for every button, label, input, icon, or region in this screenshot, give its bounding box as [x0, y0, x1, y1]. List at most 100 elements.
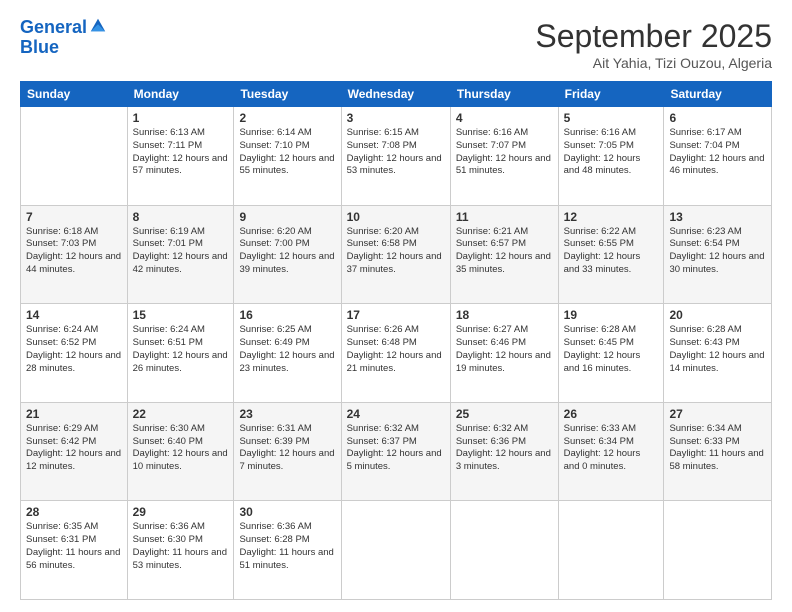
- title-block: September 2025 Ait Yahia, Tizi Ouzou, Al…: [535, 18, 772, 71]
- header-cell-sunday: Sunday: [21, 82, 128, 107]
- calendar-cell: 15Sunrise: 6:24 AMSunset: 6:51 PMDayligh…: [127, 304, 234, 403]
- day-number: 20: [669, 308, 766, 322]
- cell-content: 24Sunrise: 6:32 AMSunset: 6:37 PMDayligh…: [347, 407, 445, 474]
- daylight-text: Daylight: 12 hours and 19 minutes.: [456, 350, 553, 376]
- cell-content: 26Sunrise: 6:33 AMSunset: 6:34 PMDayligh…: [564, 407, 659, 474]
- daylight-text: Daylight: 12 hours and 7 minutes.: [239, 448, 335, 474]
- daylight-text: Daylight: 12 hours and 3 minutes.: [456, 448, 553, 474]
- calendar-cell: 21Sunrise: 6:29 AMSunset: 6:42 PMDayligh…: [21, 402, 128, 501]
- header-cell-thursday: Thursday: [450, 82, 558, 107]
- calendar-cell: 10Sunrise: 6:20 AMSunset: 6:58 PMDayligh…: [341, 205, 450, 304]
- cell-content: 30Sunrise: 6:36 AMSunset: 6:28 PMDayligh…: [239, 505, 335, 572]
- calendar-cell: 1Sunrise: 6:13 AMSunset: 7:11 PMDaylight…: [127, 107, 234, 206]
- sunrise-text: Sunrise: 6:21 AM: [456, 226, 553, 239]
- daylight-text: Daylight: 12 hours and 55 minutes.: [239, 153, 335, 179]
- calendar-cell: 9Sunrise: 6:20 AMSunset: 7:00 PMDaylight…: [234, 205, 341, 304]
- sunrise-text: Sunrise: 6:16 AM: [456, 127, 553, 140]
- calendar-cell: 30Sunrise: 6:36 AMSunset: 6:28 PMDayligh…: [234, 501, 341, 600]
- day-number: 16: [239, 308, 335, 322]
- cell-content: 7Sunrise: 6:18 AMSunset: 7:03 PMDaylight…: [26, 210, 122, 277]
- calendar-cell: 12Sunrise: 6:22 AMSunset: 6:55 PMDayligh…: [558, 205, 664, 304]
- day-number: 1: [133, 111, 229, 125]
- cell-content: 28Sunrise: 6:35 AMSunset: 6:31 PMDayligh…: [26, 505, 122, 572]
- sunset-text: Sunset: 7:03 PM: [26, 238, 122, 251]
- sunrise-text: Sunrise: 6:36 AM: [239, 521, 335, 534]
- sunrise-text: Sunrise: 6:28 AM: [669, 324, 766, 337]
- sunset-text: Sunset: 6:42 PM: [26, 436, 122, 449]
- sunrise-text: Sunrise: 6:24 AM: [26, 324, 122, 337]
- location: Ait Yahia, Tizi Ouzou, Algeria: [535, 55, 772, 71]
- sunset-text: Sunset: 6:54 PM: [669, 238, 766, 251]
- day-number: 8: [133, 210, 229, 224]
- sunrise-text: Sunrise: 6:33 AM: [564, 423, 659, 436]
- daylight-text: Daylight: 12 hours and 46 minutes.: [669, 153, 766, 179]
- logo-icon: [89, 17, 107, 35]
- day-number: 29: [133, 505, 229, 519]
- header-cell-monday: Monday: [127, 82, 234, 107]
- sunrise-text: Sunrise: 6:28 AM: [564, 324, 659, 337]
- sunset-text: Sunset: 7:11 PM: [133, 140, 229, 153]
- daylight-text: Daylight: 12 hours and 10 minutes.: [133, 448, 229, 474]
- daylight-text: Daylight: 12 hours and 57 minutes.: [133, 153, 229, 179]
- daylight-text: Daylight: 12 hours and 30 minutes.: [669, 251, 766, 277]
- daylight-text: Daylight: 12 hours and 16 minutes.: [564, 350, 659, 376]
- day-number: 27: [669, 407, 766, 421]
- cell-content: 13Sunrise: 6:23 AMSunset: 6:54 PMDayligh…: [669, 210, 766, 277]
- daylight-text: Daylight: 12 hours and 53 minutes.: [347, 153, 445, 179]
- cell-content: 11Sunrise: 6:21 AMSunset: 6:57 PMDayligh…: [456, 210, 553, 277]
- day-number: 4: [456, 111, 553, 125]
- sunset-text: Sunset: 7:07 PM: [456, 140, 553, 153]
- calendar-cell: 23Sunrise: 6:31 AMSunset: 6:39 PMDayligh…: [234, 402, 341, 501]
- sunrise-text: Sunrise: 6:23 AM: [669, 226, 766, 239]
- week-row-0: 1Sunrise: 6:13 AMSunset: 7:11 PMDaylight…: [21, 107, 772, 206]
- day-number: 30: [239, 505, 335, 519]
- calendar-cell: 18Sunrise: 6:27 AMSunset: 6:46 PMDayligh…: [450, 304, 558, 403]
- calendar-cell: 28Sunrise: 6:35 AMSunset: 6:31 PMDayligh…: [21, 501, 128, 600]
- cell-content: 4Sunrise: 6:16 AMSunset: 7:07 PMDaylight…: [456, 111, 553, 178]
- day-number: 26: [564, 407, 659, 421]
- day-number: 2: [239, 111, 335, 125]
- daylight-text: Daylight: 12 hours and 26 minutes.: [133, 350, 229, 376]
- cell-content: 16Sunrise: 6:25 AMSunset: 6:49 PMDayligh…: [239, 308, 335, 375]
- header-row: SundayMondayTuesdayWednesdayThursdayFrid…: [21, 82, 772, 107]
- cell-content: 29Sunrise: 6:36 AMSunset: 6:30 PMDayligh…: [133, 505, 229, 572]
- cell-content: 22Sunrise: 6:30 AMSunset: 6:40 PMDayligh…: [133, 407, 229, 474]
- calendar-cell: 14Sunrise: 6:24 AMSunset: 6:52 PMDayligh…: [21, 304, 128, 403]
- sunrise-text: Sunrise: 6:19 AM: [133, 226, 229, 239]
- daylight-text: Daylight: 12 hours and 28 minutes.: [26, 350, 122, 376]
- sunrise-text: Sunrise: 6:29 AM: [26, 423, 122, 436]
- sunrise-text: Sunrise: 6:18 AM: [26, 226, 122, 239]
- day-number: 3: [347, 111, 445, 125]
- sunset-text: Sunset: 7:04 PM: [669, 140, 766, 153]
- calendar-cell: 6Sunrise: 6:17 AMSunset: 7:04 PMDaylight…: [664, 107, 772, 206]
- day-number: 17: [347, 308, 445, 322]
- sunset-text: Sunset: 7:10 PM: [239, 140, 335, 153]
- calendar-cell: [450, 501, 558, 600]
- day-number: 15: [133, 308, 229, 322]
- cell-content: 17Sunrise: 6:26 AMSunset: 6:48 PMDayligh…: [347, 308, 445, 375]
- sunset-text: Sunset: 6:43 PM: [669, 337, 766, 350]
- sunset-text: Sunset: 6:40 PM: [133, 436, 229, 449]
- daylight-text: Daylight: 12 hours and 14 minutes.: [669, 350, 766, 376]
- header-cell-wednesday: Wednesday: [341, 82, 450, 107]
- cell-content: 8Sunrise: 6:19 AMSunset: 7:01 PMDaylight…: [133, 210, 229, 277]
- calendar-cell: 8Sunrise: 6:19 AMSunset: 7:01 PMDaylight…: [127, 205, 234, 304]
- sunrise-text: Sunrise: 6:36 AM: [133, 521, 229, 534]
- calendar-cell: [21, 107, 128, 206]
- calendar-cell: 11Sunrise: 6:21 AMSunset: 6:57 PMDayligh…: [450, 205, 558, 304]
- calendar-table: SundayMondayTuesdayWednesdayThursdayFrid…: [20, 81, 772, 600]
- day-number: 10: [347, 210, 445, 224]
- sunrise-text: Sunrise: 6:35 AM: [26, 521, 122, 534]
- daylight-text: Daylight: 12 hours and 48 minutes.: [564, 153, 659, 179]
- daylight-text: Daylight: 12 hours and 42 minutes.: [133, 251, 229, 277]
- sunset-text: Sunset: 6:55 PM: [564, 238, 659, 251]
- day-number: 24: [347, 407, 445, 421]
- sunset-text: Sunset: 6:34 PM: [564, 436, 659, 449]
- day-number: 28: [26, 505, 122, 519]
- sunset-text: Sunset: 6:51 PM: [133, 337, 229, 350]
- sunset-text: Sunset: 6:52 PM: [26, 337, 122, 350]
- daylight-text: Daylight: 12 hours and 12 minutes.: [26, 448, 122, 474]
- header-cell-tuesday: Tuesday: [234, 82, 341, 107]
- day-number: 6: [669, 111, 766, 125]
- daylight-text: Daylight: 12 hours and 33 minutes.: [564, 251, 659, 277]
